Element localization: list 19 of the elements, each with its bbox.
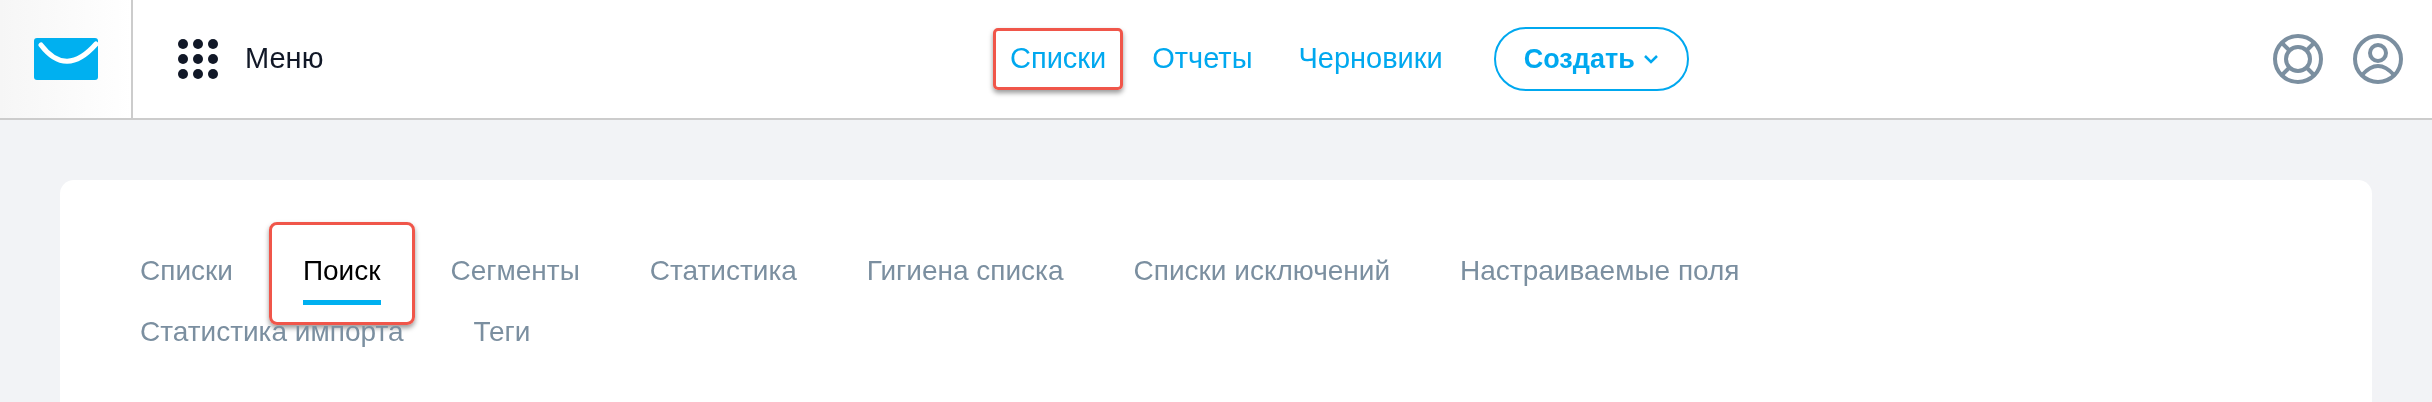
menu-label[interactable]: Меню bbox=[245, 37, 324, 81]
tab[interactable]: Сегменты bbox=[450, 250, 580, 305]
nav-link[interactable]: Черновики bbox=[1281, 28, 1460, 90]
tab[interactable]: Поиск bbox=[302, 250, 381, 305]
envelope-logo-icon[interactable] bbox=[33, 38, 98, 80]
tab[interactable]: Списки bbox=[140, 250, 233, 305]
tab[interactable]: Настраиваемые поля bbox=[1460, 250, 1740, 305]
grid-menu-icon[interactable] bbox=[178, 39, 218, 79]
nav-link[interactable]: Списки bbox=[993, 28, 1124, 90]
tab[interactable]: Гигиена списка bbox=[866, 250, 1064, 305]
tab[interactable]: Статистика bbox=[649, 250, 797, 305]
chevron-down-icon bbox=[1642, 54, 1659, 64]
tab[interactable]: Списки исключений bbox=[1133, 250, 1391, 305]
user-profile-icon[interactable] bbox=[2352, 33, 2404, 85]
tab[interactable]: Статистика импорта bbox=[140, 311, 404, 366]
tab[interactable]: Теги bbox=[473, 311, 531, 366]
nav-link[interactable]: Отчеты bbox=[1135, 28, 1270, 90]
create-button[interactable]: Создать bbox=[1493, 27, 1689, 91]
help-lifebuoy-icon[interactable] bbox=[2272, 33, 2324, 85]
